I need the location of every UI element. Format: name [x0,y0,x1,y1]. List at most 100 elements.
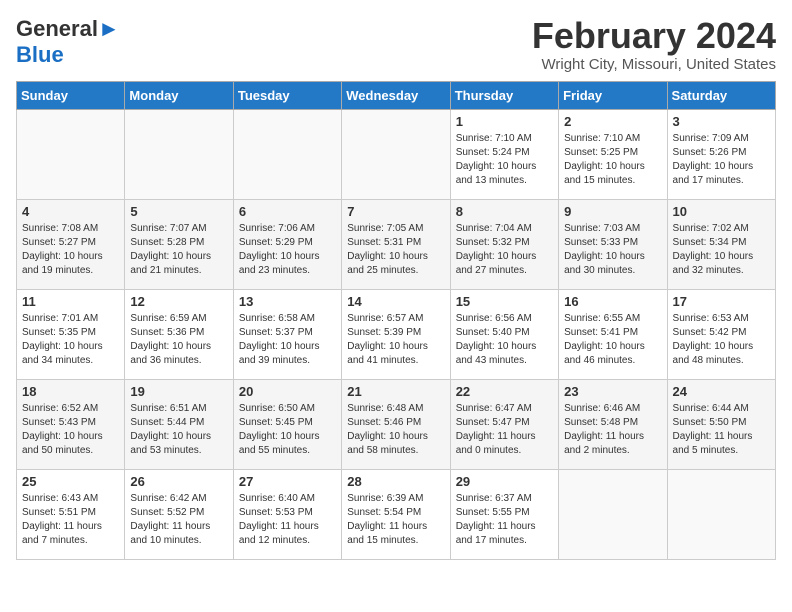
day-number: 9 [564,204,661,219]
day-number: 2 [564,114,661,129]
calendar-header: SundayMondayTuesdayWednesdayThursdayFrid… [17,81,776,109]
day-info: Sunrise: 6:57 AM Sunset: 5:39 PM Dayligh… [347,312,444,368]
day-number: 15 [456,294,553,309]
calendar-cell: 7 Sunrise: 7:05 AM Sunset: 5:31 PM Daylig… [342,199,450,289]
day-info: Sunrise: 6:37 AM Sunset: 5:55 PM Dayligh… [456,492,553,548]
title-area: February 2024 Wright City, Missouri, Uni… [532,16,776,73]
calendar-table: SundayMondayTuesdayWednesdayThursdayFrid… [16,81,776,560]
day-info: Sunrise: 6:56 AM Sunset: 5:40 PM Dayligh… [456,312,553,368]
calendar-cell: 23 Sunrise: 6:46 AM Sunset: 5:48 PM Dayli… [559,379,667,469]
day-number: 1 [456,114,553,129]
day-number: 16 [564,294,661,309]
calendar-cell: 1 Sunrise: 7:10 AM Sunset: 5:24 PM Daylig… [450,109,558,199]
day-info: Sunrise: 6:52 AM Sunset: 5:43 PM Dayligh… [22,402,119,458]
calendar-cell [233,109,341,199]
day-number: 23 [564,384,661,399]
col-header-thursday: Thursday [450,81,558,109]
calendar-cell: 16 Sunrise: 6:55 AM Sunset: 5:41 PM Dayli… [559,289,667,379]
day-info: Sunrise: 6:43 AM Sunset: 5:51 PM Dayligh… [22,492,119,548]
logo-text: General► [16,16,120,42]
calendar-cell: 20 Sunrise: 6:50 AM Sunset: 5:45 PM Dayli… [233,379,341,469]
day-info: Sunrise: 6:50 AM Sunset: 5:45 PM Dayligh… [239,402,336,458]
day-number: 8 [456,204,553,219]
day-info: Sunrise: 6:47 AM Sunset: 5:47 PM Dayligh… [456,402,553,458]
day-info: Sunrise: 7:01 AM Sunset: 5:35 PM Dayligh… [22,312,119,368]
calendar-cell: 25 Sunrise: 6:43 AM Sunset: 5:51 PM Dayli… [17,469,125,559]
day-number: 3 [673,114,770,129]
calendar-cell [125,109,233,199]
day-info: Sunrise: 6:46 AM Sunset: 5:48 PM Dayligh… [564,402,661,458]
calendar-subtitle: Wright City, Missouri, United States [532,56,776,73]
day-info: Sunrise: 6:39 AM Sunset: 5:54 PM Dayligh… [347,492,444,548]
calendar-cell: 2 Sunrise: 7:10 AM Sunset: 5:25 PM Daylig… [559,109,667,199]
calendar-week-2: 11Sunrise: 7:01 AM Sunset: 5:35 PM Dayli… [17,289,776,379]
calendar-cell: 24 Sunrise: 6:44 AM Sunset: 5:50 PM Dayli… [667,379,775,469]
calendar-body: 1 Sunrise: 7:10 AM Sunset: 5:24 PM Daylig… [17,109,776,559]
col-header-saturday: Saturday [667,81,775,109]
day-info: Sunrise: 7:10 AM Sunset: 5:25 PM Dayligh… [564,132,661,188]
header: General► Blue February 2024 Wright City,… [16,16,776,73]
day-info: Sunrise: 6:55 AM Sunset: 5:41 PM Dayligh… [564,312,661,368]
calendar-cell: 6Sunrise: 7:06 AM Sunset: 5:29 PM Daylig… [233,199,341,289]
day-number: 18 [22,384,119,399]
calendar-cell: 12Sunrise: 6:59 AM Sunset: 5:36 PM Dayli… [125,289,233,379]
day-number: 22 [456,384,553,399]
day-number: 27 [239,474,336,489]
day-info: Sunrise: 7:04 AM Sunset: 5:32 PM Dayligh… [456,222,553,278]
day-info: Sunrise: 6:44 AM Sunset: 5:50 PM Dayligh… [673,402,770,458]
day-info: Sunrise: 7:07 AM Sunset: 5:28 PM Dayligh… [130,222,227,278]
day-info: Sunrise: 6:59 AM Sunset: 5:36 PM Dayligh… [130,312,227,368]
day-info: Sunrise: 7:02 AM Sunset: 5:34 PM Dayligh… [673,222,770,278]
day-number: 28 [347,474,444,489]
logo-subtext: Blue [16,42,64,67]
calendar-cell: 10Sunrise: 7:02 AM Sunset: 5:34 PM Dayli… [667,199,775,289]
day-info: Sunrise: 7:09 AM Sunset: 5:26 PM Dayligh… [673,132,770,188]
day-number: 25 [22,474,119,489]
day-number: 13 [239,294,336,309]
day-number: 29 [456,474,553,489]
day-info: Sunrise: 6:48 AM Sunset: 5:46 PM Dayligh… [347,402,444,458]
calendar-cell: 5Sunrise: 7:07 AM Sunset: 5:28 PM Daylig… [125,199,233,289]
col-header-sunday: Sunday [17,81,125,109]
day-info: Sunrise: 7:10 AM Sunset: 5:24 PM Dayligh… [456,132,553,188]
day-number: 21 [347,384,444,399]
calendar-cell: 8 Sunrise: 7:04 AM Sunset: 5:32 PM Daylig… [450,199,558,289]
calendar-cell: 15 Sunrise: 6:56 AM Sunset: 5:40 PM Dayli… [450,289,558,379]
day-number: 20 [239,384,336,399]
day-info: Sunrise: 7:08 AM Sunset: 5:27 PM Dayligh… [22,222,119,278]
day-number: 14 [347,294,444,309]
day-info: Sunrise: 7:06 AM Sunset: 5:29 PM Dayligh… [239,222,336,278]
calendar-cell: 18 Sunrise: 6:52 AM Sunset: 5:43 PM Dayli… [17,379,125,469]
calendar-cell: 21 Sunrise: 6:48 AM Sunset: 5:46 PM Dayli… [342,379,450,469]
calendar-week-0: 1 Sunrise: 7:10 AM Sunset: 5:24 PM Daylig… [17,109,776,199]
calendar-cell: 19 Sunrise: 6:51 AM Sunset: 5:44 PM Dayli… [125,379,233,469]
calendar-week-1: 4 Sunrise: 7:08 AM Sunset: 5:27 PM Daylig… [17,199,776,289]
day-number: 7 [347,204,444,219]
calendar-cell: 3 Sunrise: 7:09 AM Sunset: 5:26 PM Daylig… [667,109,775,199]
day-number: 4 [22,204,119,219]
calendar-cell: 4 Sunrise: 7:08 AM Sunset: 5:27 PM Daylig… [17,199,125,289]
calendar-cell: 26Sunrise: 6:42 AM Sunset: 5:52 PM Dayli… [125,469,233,559]
col-header-wednesday: Wednesday [342,81,450,109]
logo: General► Blue [16,16,120,68]
calendar-cell: 27Sunrise: 6:40 AM Sunset: 5:53 PM Dayli… [233,469,341,559]
day-info: Sunrise: 7:05 AM Sunset: 5:31 PM Dayligh… [347,222,444,278]
calendar-week-4: 25 Sunrise: 6:43 AM Sunset: 5:51 PM Dayli… [17,469,776,559]
calendar-cell: 28 Sunrise: 6:39 AM Sunset: 5:54 PM Dayli… [342,469,450,559]
calendar-cell: 11Sunrise: 7:01 AM Sunset: 5:35 PM Dayli… [17,289,125,379]
calendar-cell: 29 Sunrise: 6:37 AM Sunset: 5:55 PM Dayli… [450,469,558,559]
col-header-friday: Friday [559,81,667,109]
calendar-cell: 14 Sunrise: 6:57 AM Sunset: 5:39 PM Dayli… [342,289,450,379]
day-info: Sunrise: 6:51 AM Sunset: 5:44 PM Dayligh… [130,402,227,458]
calendar-title: February 2024 [532,16,776,56]
day-number: 19 [130,384,227,399]
calendar-cell [559,469,667,559]
col-header-tuesday: Tuesday [233,81,341,109]
day-header-row: SundayMondayTuesdayWednesdayThursdayFrid… [17,81,776,109]
calendar-cell: 22 Sunrise: 6:47 AM Sunset: 5:47 PM Dayli… [450,379,558,469]
day-number: 24 [673,384,770,399]
calendar-cell [342,109,450,199]
day-info: Sunrise: 7:03 AM Sunset: 5:33 PM Dayligh… [564,222,661,278]
calendar-cell: 9 Sunrise: 7:03 AM Sunset: 5:33 PM Daylig… [559,199,667,289]
day-info: Sunrise: 6:53 AM Sunset: 5:42 PM Dayligh… [673,312,770,368]
